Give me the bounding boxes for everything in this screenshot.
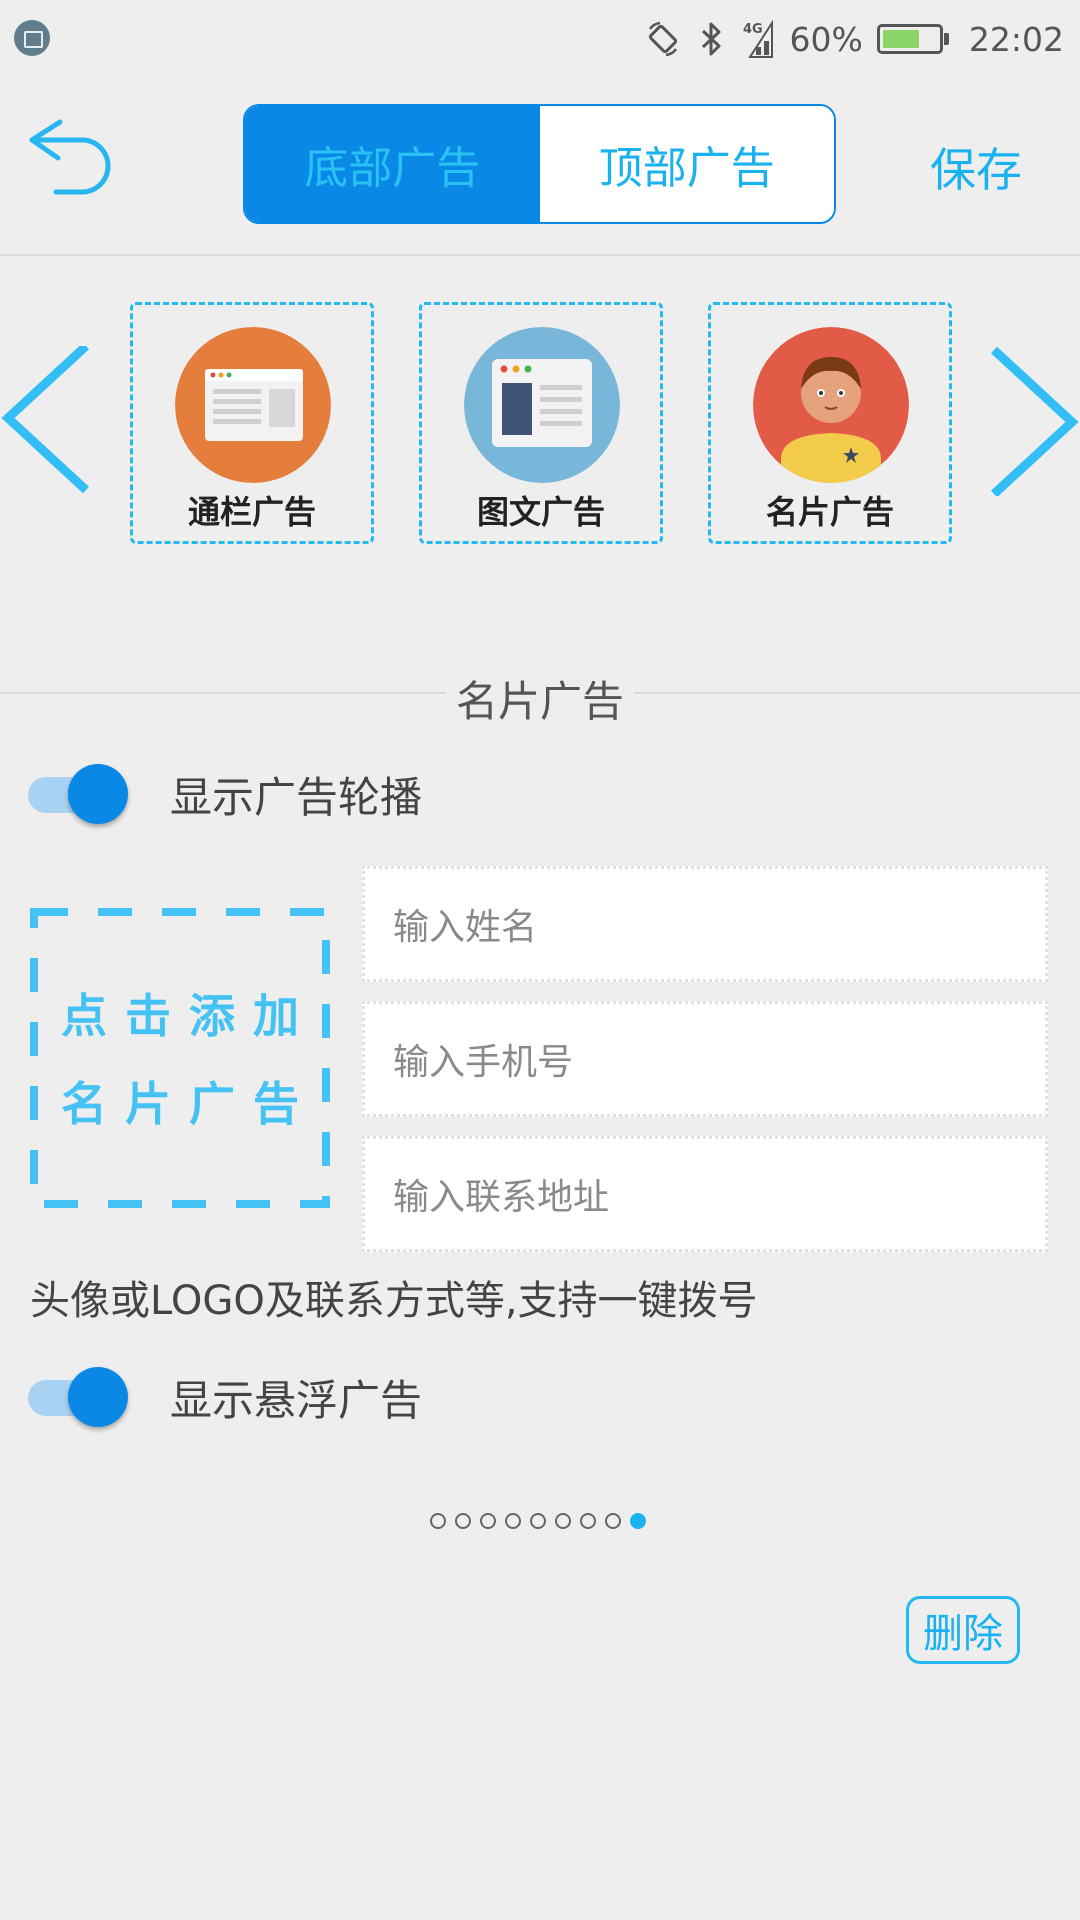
status-icons: 4G 60% 22:02 [646, 12, 1064, 66]
image-text-ad-icon [464, 327, 620, 483]
add-card-text-line1: 点击添加 [61, 989, 317, 1043]
ad-type-carousel: 通栏广告 图文广告 名片广告 [0, 256, 1080, 556]
floating-toggle-row: 显示悬浮广告 [28, 1362, 422, 1432]
carousel-toggle-switch[interactable] [28, 764, 130, 824]
ad-type-label: 图文广告 [476, 493, 605, 531]
save-button[interactable]: 保存 [930, 134, 1022, 200]
name-field[interactable]: 输入姓名 [362, 866, 1048, 982]
floating-toggle-label: 显示悬浮广告 [170, 1375, 423, 1425]
page-dot [505, 1513, 521, 1529]
battery-percent: 60% [789, 19, 863, 59]
delete-button[interactable]: 删除 [906, 1596, 1020, 1664]
section-title-text: 名片广告 [445, 677, 634, 726]
page-dot [480, 1513, 496, 1529]
battery-icon [876, 24, 949, 54]
status-bar: 4G 60% 22:02 [0, 0, 1080, 78]
section-title: 名片广告 [0, 668, 1080, 729]
dashed-frame [30, 908, 330, 1208]
floating-toggle-switch[interactable] [28, 1367, 130, 1427]
ad-type-card-business-card[interactable]: 名片广告 [708, 302, 952, 544]
chevron-right-icon[interactable] [990, 346, 1080, 496]
business-card-ad-icon [753, 327, 909, 483]
chevron-left-icon[interactable] [0, 346, 90, 496]
rotation-lock-icon [648, 21, 677, 57]
phone-field[interactable]: 输入手机号 [362, 1001, 1048, 1117]
banner-ad-icon [175, 327, 331, 483]
add-business-card-button[interactable]: 点击添加 名片广告 [30, 908, 330, 1208]
page-dot [530, 1513, 546, 1529]
page-dot [580, 1513, 596, 1529]
carousel-toggle-row: 显示广告轮播 [28, 759, 422, 829]
ad-type-card-banner[interactable]: 通栏广告 [130, 302, 374, 544]
clock: 22:02 [968, 19, 1064, 59]
page-dot [605, 1513, 621, 1529]
page-dot-active [630, 1513, 646, 1529]
tab-top-ad[interactable]: 顶部广告 [539, 106, 834, 222]
switch-thumb [68, 764, 128, 824]
page-dot [555, 1513, 571, 1529]
ad-position-segmented-control: 底部广告 顶部广告 [243, 104, 836, 224]
ad-type-card-image-text[interactable]: 图文广告 [419, 302, 663, 544]
card-hint-text: 头像或LOGO及联系方式等,支持一键拨号 [30, 1278, 758, 1324]
bluetooth-icon [701, 22, 721, 56]
add-card-text-line2: 名片广告 [61, 1077, 317, 1131]
page-dot [455, 1513, 471, 1529]
toolbar: 底部广告 顶部广告 保存 [0, 78, 1080, 256]
page-indicator [430, 1510, 646, 1532]
tab-bottom-ad[interactable]: 底部广告 [245, 106, 540, 222]
ad-type-label: 通栏广告 [187, 493, 316, 531]
switch-thumb [68, 1367, 128, 1427]
page-dot [430, 1513, 446, 1529]
screenshot-app-icon [14, 20, 50, 56]
ad-type-label: 名片广告 [765, 493, 894, 531]
address-field[interactable]: 输入联系地址 [362, 1136, 1048, 1252]
back-arrow-icon[interactable] [26, 118, 116, 198]
carousel-toggle-label: 显示广告轮播 [170, 772, 423, 822]
svg-text:4G: 4G [743, 22, 763, 37]
signal-icon: 4G [743, 19, 773, 58]
